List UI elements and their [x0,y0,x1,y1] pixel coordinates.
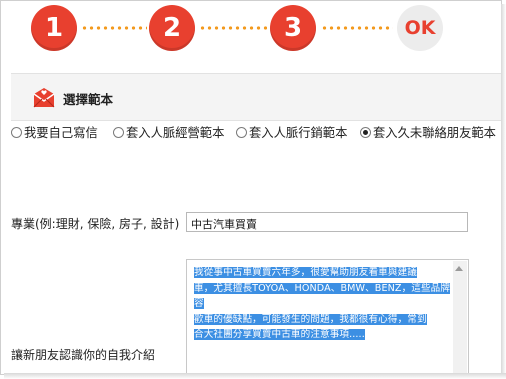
occupation-input[interactable]: 中古汽車買賣 [186,212,468,232]
self-intro-label: 讓新朋友認識你的自我介紹 [11,348,156,362]
radio-button[interactable] [11,126,22,138]
radio-option-label: 套入人脈經營範本 [126,126,225,140]
frame-shadow-bottom [4,373,506,379]
step-3-badge: 3 [270,5,316,51]
intro-line: 車，尤其擅長TOYOA、HONDA、BMW、BENZ，這些品牌容 [194,282,451,310]
intro-line: 合大社團分享買賣中古車的注意事項..... [194,329,365,341]
step-2-badge: 2 [149,5,195,51]
radio-option-label: 我要自己寫信 [24,126,98,140]
step-1-label: 1 [44,13,64,43]
step-1-badge: 1 [31,5,77,51]
radio-button-selected[interactable] [360,126,371,138]
template-section-header: 選擇範本 [11,73,501,121]
intro-line: 我從事中古車買賣六年多，很愛幫助朋友看車與建議 [194,267,417,278]
step-connector-2 [199,26,267,30]
self-intro-textarea[interactable]: 我從事中古車買賣六年多，很愛幫助朋友看車與建議 車，尤其擅長TOYOA、HOND… [186,259,469,374]
template-section-title: 選擇範本 [63,92,114,107]
step-connector-3 [321,26,393,30]
form-panel: 1 2 3 OK 選擇範本 我要自己寫信 套入人脈經營範本 套入人脈行銷範本 套… [0,0,502,375]
frame-shadow-right [501,4,506,379]
radio-option-network-management[interactable]: 套入人脈經營範本 [113,123,224,141]
step-ok-label: OK [404,17,436,39]
radio-button[interactable] [113,126,124,138]
step-ok-badge: OK [397,5,443,51]
mail-heart-icon [33,88,55,108]
template-radio-group: 我要自己寫信 套入人脈經營範本 套入人脈行銷範本 套入久未聯絡朋友範本 [11,123,501,141]
radio-option-write-own[interactable]: 我要自己寫信 [11,123,98,141]
textarea-scrollbar[interactable] [453,261,467,374]
radio-option-label: 套入久未聯絡朋友範本 [373,126,496,140]
scroll-up-arrow-icon[interactable] [454,263,464,273]
step-2-label: 2 [162,13,182,43]
radio-button[interactable] [236,126,247,138]
self-intro-text: 我從事中古車買賣六年多，很愛幫助朋友看車與建議 車，尤其擅長TOYOA、HOND… [194,265,456,343]
intro-line: 歡車的優缺點，可能發生的問題，我都很有心得，常到 [194,313,427,325]
occupation-label: 專業(例:理財, 保險, 房子, 設計) [11,217,180,231]
radio-option-long-lost-friends[interactable]: 套入久未聯絡朋友範本 [360,123,496,141]
radio-option-network-marketing[interactable]: 套入人脈行銷範本 [236,123,347,141]
step-3-label: 3 [283,13,303,43]
step-connector-1 [81,26,147,30]
radio-option-label: 套入人脈行銷範本 [249,126,348,140]
